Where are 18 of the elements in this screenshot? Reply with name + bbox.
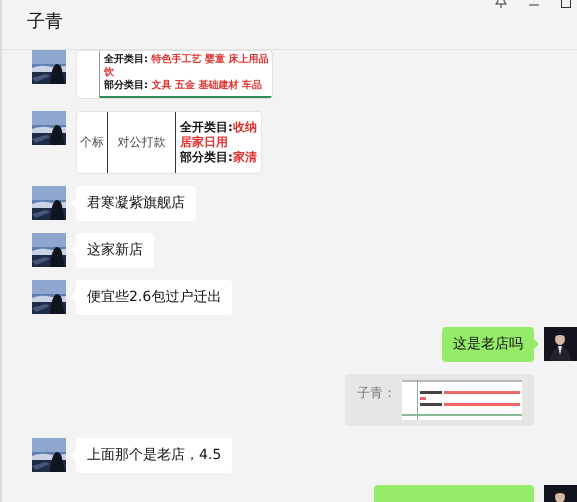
sheet-text: 部分类目:家清 bbox=[180, 150, 257, 165]
table-cell: 个标 bbox=[77, 112, 108, 173]
table-cell: 对公打款 bbox=[108, 112, 176, 173]
message-bubble: 君寒凝紫旗舰店 bbox=[76, 186, 196, 221]
sheet-image[interactable]: 个标 对公打款 全开类目:收纳 居家日用 部分类目:家清 bbox=[76, 111, 262, 174]
message-bubble: 这是老店吗 bbox=[442, 327, 534, 362]
window-title: 子青 bbox=[27, 10, 63, 33]
quote-sender: 子青： bbox=[357, 385, 396, 402]
sheet-text: 全开类目:收纳 bbox=[180, 120, 257, 135]
sheet-text: 饮 bbox=[104, 66, 115, 79]
sheet-image[interactable]: 全开类目: 特色手工艺 婴童 床上用品 饮 部分类目: 文具 五金 基础建材 车品 bbox=[76, 50, 274, 99]
sheet-text: 居家日用 bbox=[180, 135, 229, 150]
message-bubble: 这家新店 bbox=[76, 233, 154, 268]
sheet-text: 部分类目: 文具 五金 基础建材 车品 bbox=[104, 79, 263, 92]
quote-block[interactable]: 子青： bbox=[345, 374, 534, 426]
message-bubble: 便宜些2.6包过户迁出 bbox=[76, 280, 232, 315]
sheet-text: 全开类目: 特色手工艺 婴童 床上用品 bbox=[104, 53, 268, 66]
message-bubble: 上面那个是老店，4.5 bbox=[76, 438, 232, 473]
